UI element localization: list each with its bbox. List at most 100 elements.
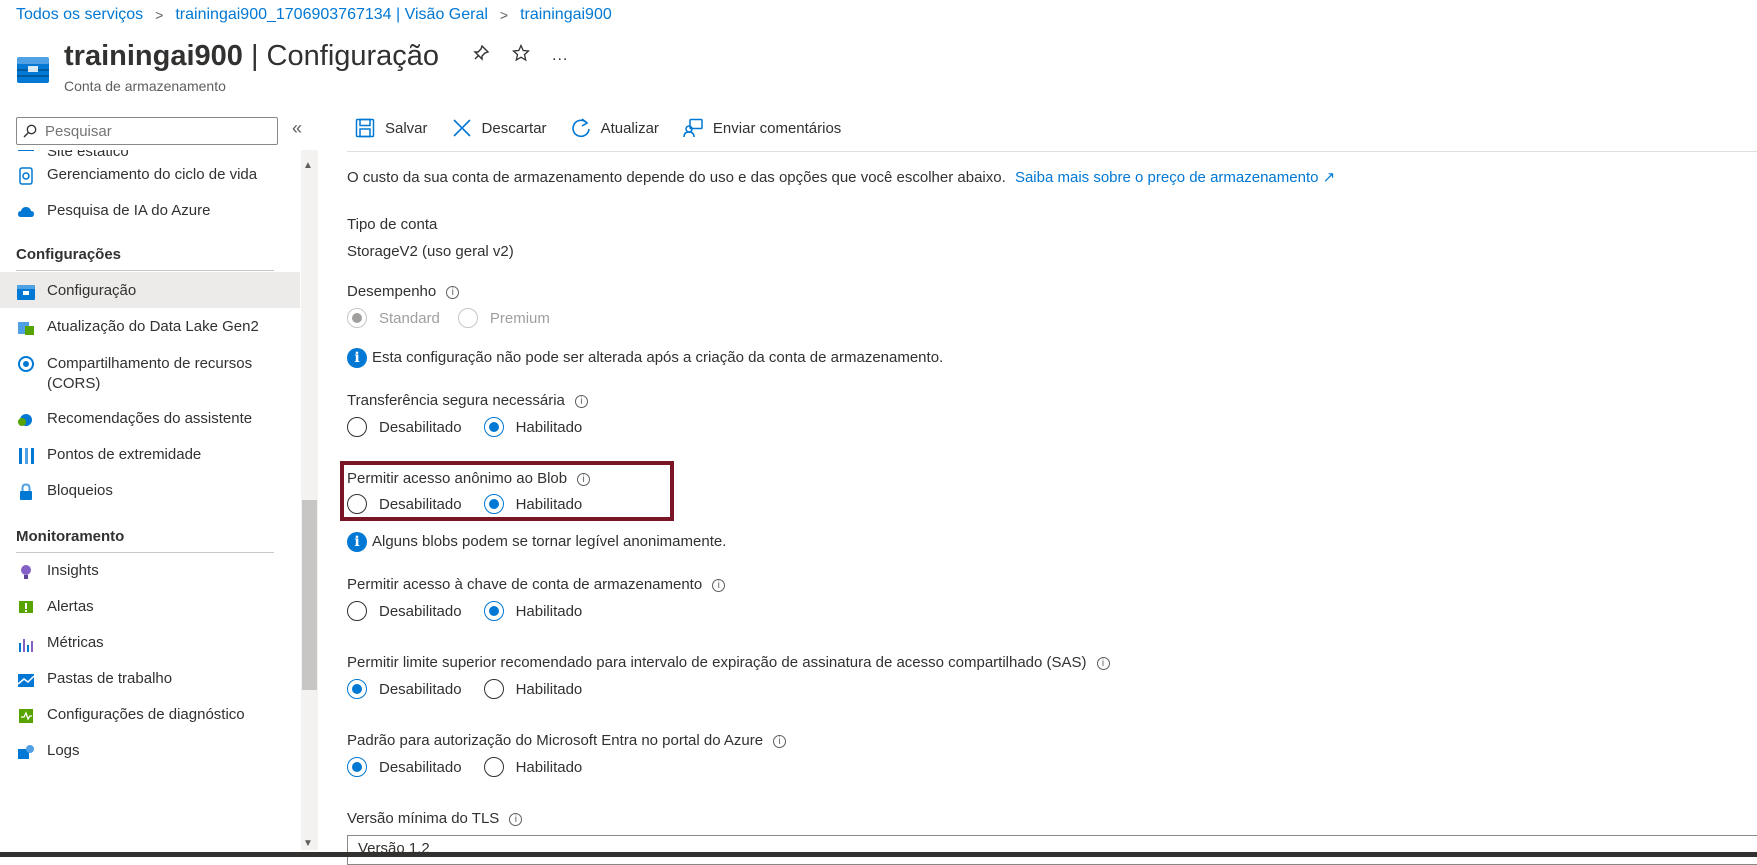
- tls-field: Versão mínima do TLS i: [347, 810, 523, 827]
- radio-secure-enabled[interactable]: Habilitado: [483, 417, 582, 437]
- header-actions: ...: [472, 43, 568, 67]
- scroll-down-icon[interactable]: ▼: [303, 838, 313, 849]
- radio-indicator: [457, 308, 478, 328]
- radio-indicator: [347, 308, 367, 328]
- nav-item-ai-search[interactable]: Pesquisa de IA do Azure: [0, 202, 300, 238]
- account-type-value: StorageV2 (uso geral v2): [347, 243, 514, 260]
- secure-transfer-radio-group: Desabilitado Habilitado: [347, 417, 600, 437]
- radio-secure-disabled[interactable]: Desabilitado: [347, 417, 462, 437]
- logs-icon: [16, 742, 36, 762]
- breadcrumb-overview[interactable]: trainingai900_1706903767134 | Visão Gera…: [175, 6, 488, 24]
- breadcrumb-resource[interactable]: trainingai900: [520, 6, 612, 24]
- radio-entra-disabled[interactable]: Desabilitado: [347, 757, 462, 777]
- key-access-label: Permitir acesso à chave de conta de arma…: [347, 576, 703, 593]
- refresh-button[interactable]: Atualizar: [571, 118, 659, 138]
- nav-scroll-thumb[interactable]: [302, 500, 317, 690]
- nav-item-advisor[interactable]: Recomendações do assistente: [0, 410, 300, 446]
- datalake-icon: [16, 318, 36, 338]
- radio-indicator: [347, 757, 367, 777]
- cloud-search-icon: [16, 202, 36, 222]
- search-field[interactable]: [16, 117, 278, 145]
- search-input[interactable]: [43, 121, 267, 141]
- info-icon[interactable]: i: [773, 734, 787, 748]
- nav-item-configuracao[interactable]: Configuração: [0, 272, 300, 308]
- nav-item-diagnostic[interactable]: Configurações de diagnóstico: [0, 706, 300, 742]
- info-icon[interactable]: i: [446, 285, 460, 299]
- resource-menu: Site estático Gerenciamento do ciclo de …: [0, 150, 300, 857]
- chevron-right-icon: >: [155, 7, 164, 23]
- nav-item-logs[interactable]: Logs: [0, 742, 300, 778]
- radio-key-disabled[interactable]: Desabilitado: [347, 601, 462, 621]
- radio-entra-enabled[interactable]: Habilitado: [483, 757, 582, 777]
- more-icon[interactable]: ...: [552, 47, 568, 65]
- window-bottom-edge: [0, 852, 1757, 857]
- nav-item-cors[interactable]: Compartilhamento de recursos (CORS): [0, 354, 300, 402]
- diagnostic-icon: [16, 706, 36, 726]
- nav-item-metrics[interactable]: Métricas: [0, 634, 300, 670]
- star-icon[interactable]: [511, 43, 531, 67]
- metrics-icon: [16, 634, 36, 654]
- radio-sas-disabled[interactable]: Desabilitado: [347, 679, 462, 699]
- storage-config-icon: [16, 282, 36, 302]
- search-icon: [23, 124, 37, 138]
- key-access-field: Permitir acesso à chave de conta de arma…: [347, 576, 726, 593]
- pricing-link[interactable]: Saiba mais sobre o preço de armazenament…: [1015, 169, 1335, 186]
- feedback-button[interactable]: Enviar comentários: [683, 118, 841, 138]
- entra-radio-group: Desabilitado Habilitado: [347, 757, 600, 777]
- radio-premium[interactable]: Premium: [457, 308, 550, 328]
- info-icon[interactable]: i: [712, 578, 726, 592]
- scroll-up-icon[interactable]: ▲: [303, 160, 313, 171]
- nav-item-locks[interactable]: Bloqueios: [0, 482, 300, 518]
- performance-label: Desempenho: [347, 283, 437, 300]
- storage-account-icon: [17, 57, 49, 83]
- entra-label: Padrão para autorização do Microsoft Ent…: [347, 732, 764, 749]
- info-icon[interactable]: i: [574, 394, 588, 408]
- refresh-icon: [571, 118, 590, 138]
- pin-icon[interactable]: [472, 44, 490, 67]
- info-icon[interactable]: i: [509, 812, 523, 826]
- external-link-icon: ↗: [1322, 169, 1336, 186]
- discard-button[interactable]: Descartar: [452, 118, 547, 138]
- secure-transfer-label: Transferência segura necessária: [347, 392, 565, 409]
- radio-indicator: [483, 417, 504, 437]
- alerts-icon: [16, 598, 36, 618]
- radio-indicator: [347, 679, 367, 699]
- tls-version-dropdown[interactable]: Versão 1.2: [347, 835, 1757, 865]
- section-configuracoes: Configurações: [16, 246, 122, 263]
- nav-item-static-website[interactable]: Site estático: [0, 150, 300, 160]
- save-button[interactable]: Salvar: [355, 118, 428, 138]
- static-website-icon: [16, 150, 36, 154]
- feedback-icon: [683, 118, 703, 138]
- pricing-intro: O custo da sua conta de armazenamento de…: [347, 169, 1336, 186]
- info-icon[interactable]: i: [1096, 656, 1110, 670]
- collapse-menu-icon[interactable]: «: [292, 118, 302, 139]
- radio-indicator: [483, 601, 504, 621]
- close-icon: [452, 119, 471, 137]
- radio-indicator: [483, 679, 504, 699]
- advisor-icon: [16, 410, 36, 430]
- nav-item-workbooks[interactable]: Pastas de trabalho: [0, 670, 300, 706]
- nav-item-alerts[interactable]: Alertas: [0, 598, 300, 634]
- page-title: trainingai900 | Configuração: [64, 40, 439, 73]
- radio-key-enabled[interactable]: Habilitado: [483, 601, 582, 621]
- nav-item-endpoints[interactable]: Pontos de extremidade: [0, 446, 300, 482]
- nav-item-lifecycle[interactable]: Gerenciamento do ciclo de vida: [0, 166, 300, 202]
- radio-standard[interactable]: Standard: [347, 308, 440, 328]
- save-icon: [355, 118, 375, 138]
- radio-sas-enabled[interactable]: Habilitado: [483, 679, 582, 699]
- performance-field: Desempenho i: [347, 283, 460, 300]
- section-monitoramento: Monitoramento: [16, 528, 125, 545]
- chevron-right-icon: >: [499, 7, 509, 23]
- tls-label: Versão mínima do TLS: [347, 810, 500, 827]
- resource-name: trainingai900: [64, 40, 243, 72]
- sas-label: Permitir limite superior recomendado par…: [347, 654, 1087, 671]
- breadcrumb-all-services[interactable]: Todos os serviços: [16, 6, 143, 24]
- performance-info: i Esta configuração não pode ser alterada…: [347, 348, 943, 368]
- page-name: | Configuração: [250, 40, 440, 72]
- nav-item-insights[interactable]: Insights: [0, 562, 300, 598]
- nav-item-datalake[interactable]: Atualização do Data Lake Gen2: [0, 318, 300, 354]
- section-divider: [16, 552, 274, 553]
- key-access-radio-group: Desabilitado Habilitado: [347, 601, 600, 621]
- command-bar: Salvar Descartar Atualizar Enviar coment…: [355, 118, 841, 138]
- insights-icon: [16, 562, 36, 582]
